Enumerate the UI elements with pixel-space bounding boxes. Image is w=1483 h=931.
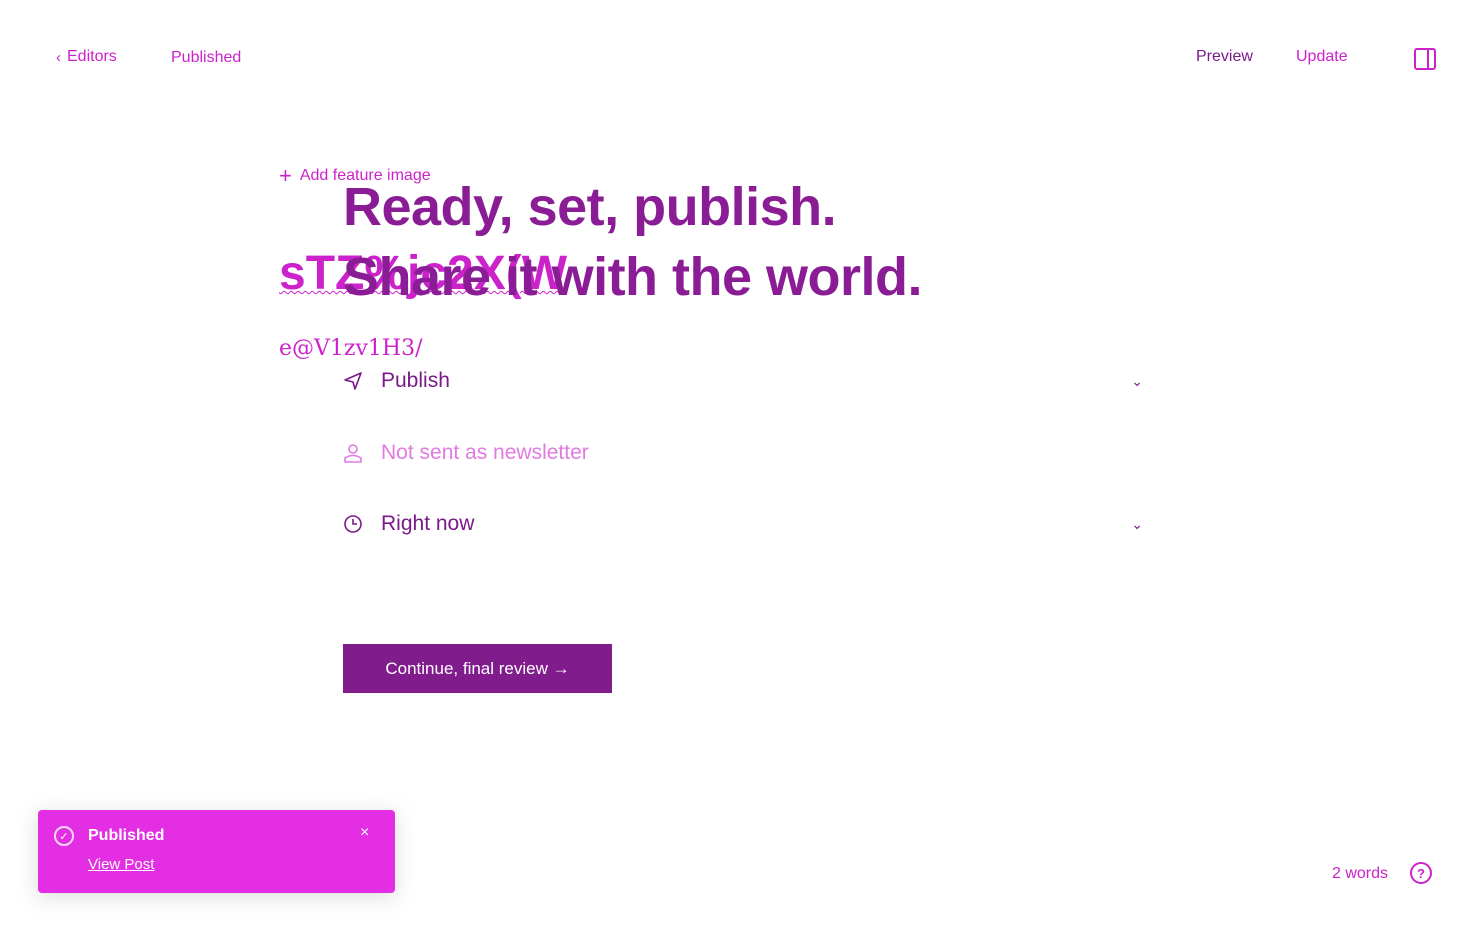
clock-icon xyxy=(343,514,363,534)
headline-line-2: Share it with the world. xyxy=(343,247,923,307)
update-button[interactable]: Update xyxy=(1296,48,1348,66)
chevron-down-icon: ⌄ xyxy=(1131,372,1143,389)
publish-type-option[interactable]: Publish ⌄ xyxy=(343,361,1143,401)
publish-time-option[interactable]: Right now ⌄ xyxy=(343,504,1143,544)
chevron-down-icon: ⌄ xyxy=(1131,515,1143,532)
publish-time-label: Right now xyxy=(381,512,475,535)
newsletter-label: Not sent as newsletter xyxy=(381,441,589,464)
published-toast: ✓ Published View Post × xyxy=(38,810,395,893)
post-body-editor[interactable]: e@V1zv1H3/ xyxy=(279,336,423,361)
send-icon xyxy=(343,371,363,391)
publish-flow-headline: Ready, set, publish. Share it with the w… xyxy=(343,172,923,312)
member-icon xyxy=(343,443,363,463)
plus-icon: + xyxy=(279,163,292,188)
toast-title: Published xyxy=(88,827,165,844)
headline-line-1: Ready, set, publish. xyxy=(343,177,837,237)
back-link-label: Editors xyxy=(67,48,117,65)
publish-type-label: Publish xyxy=(381,369,450,392)
word-count: 2 words xyxy=(1332,865,1389,882)
preview-button[interactable]: Preview xyxy=(1196,48,1253,66)
view-post-link[interactable]: View Post xyxy=(88,856,154,873)
chevron-left-icon: ‹ xyxy=(56,48,61,66)
sidebar-toggle-icon[interactable] xyxy=(1414,48,1436,70)
question-circle-icon[interactable]: ? xyxy=(1410,862,1432,884)
continue-final-review-button[interactable]: Continue, final review → xyxy=(343,644,612,693)
close-icon[interactable]: × xyxy=(360,824,369,842)
check-circle-icon: ✓ xyxy=(54,826,74,846)
back-to-posts-link[interactable]: ‹ Editors xyxy=(56,48,117,66)
post-status: Published xyxy=(171,49,242,66)
newsletter-option: Not sent as newsletter xyxy=(343,433,1143,473)
